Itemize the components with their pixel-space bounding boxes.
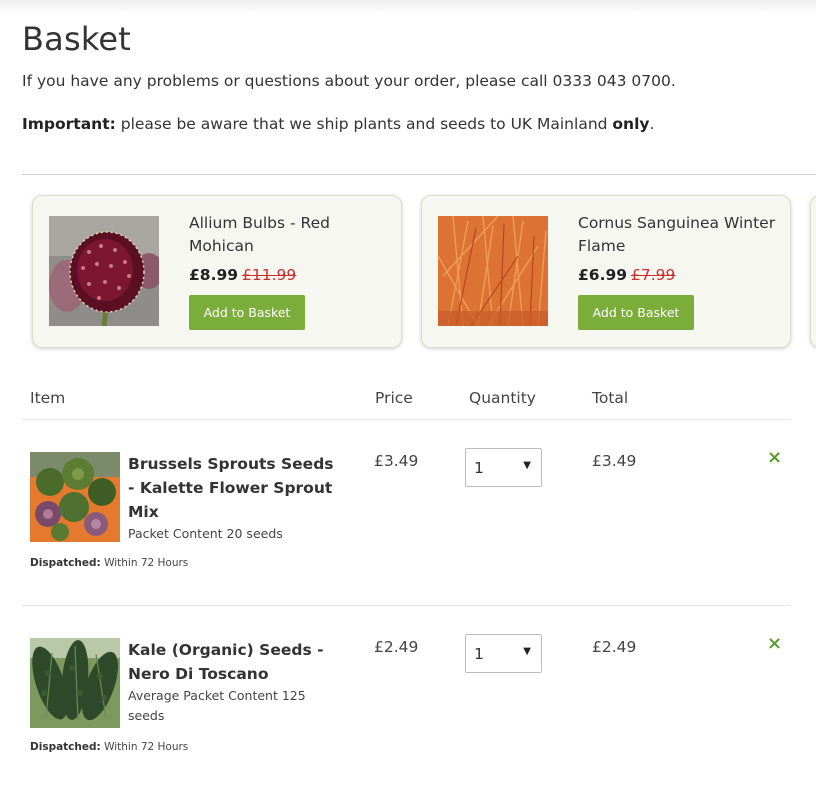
- item-total: £3.49: [592, 452, 637, 470]
- recommendation-price: £6.99 £7.99: [578, 266, 675, 284]
- recommendation-card: Cornus Sanguinea Winter Flame £6.99 £7.99…: [421, 195, 791, 348]
- item-total: £2.49: [592, 638, 637, 656]
- item-price: £3.49: [374, 452, 419, 470]
- divider: [22, 419, 790, 420]
- quantity-select[interactable]: 1 ▼: [465, 634, 542, 673]
- notice-suffix: .: [649, 115, 655, 133]
- current-price: £8.99: [189, 266, 239, 284]
- column-header-total: Total: [592, 389, 629, 407]
- recommendation-card: Allium Bulbs - Red Mohican £8.99 £11.99 A…: [32, 195, 402, 348]
- add-to-basket-button[interactable]: Add to Basket: [189, 295, 305, 330]
- dispatch-info: Dispatched: Within 72 Hours: [30, 557, 188, 569]
- dispatch-label: Dispatched:: [30, 741, 101, 753]
- was-price: £7.99: [631, 266, 676, 284]
- dispatch-value: Within 72 Hours: [100, 741, 189, 753]
- basket-row: Brussels Sprouts Seeds - Kalette Flower …: [22, 447, 790, 622]
- remove-icon[interactable]: ×: [767, 447, 782, 468]
- dispatch-value: Within 72 Hours: [100, 557, 189, 569]
- page-title: Basket: [22, 20, 132, 58]
- basket-row: Kale (Organic) Seeds - Nero Di Toscano A…: [22, 633, 790, 788]
- quantity-select[interactable]: 1 ▼: [465, 448, 542, 487]
- recommendation-name[interactable]: Allium Bulbs - Red Mohican: [189, 212, 389, 258]
- dispatch-label: Dispatched:: [30, 557, 101, 569]
- notice-emphasis: only: [612, 115, 650, 133]
- notice-label: Important:: [22, 115, 116, 133]
- contact-info: If you have any problems or questions ab…: [22, 72, 676, 90]
- item-name[interactable]: Brussels Sprouts Seeds - Kalette Flower …: [128, 452, 338, 524]
- column-header-price: Price: [375, 389, 413, 407]
- item-name[interactable]: Kale (Organic) Seeds - Nero Di Toscano: [128, 638, 338, 686]
- shipping-notice: Important: please be aware that we ship …: [22, 115, 654, 133]
- recommendation-price: £8.99 £11.99: [189, 266, 296, 284]
- divider: [22, 605, 790, 606]
- notice-text: please be aware that we ship plants and …: [115, 115, 613, 133]
- allium-flower-image[interactable]: [49, 216, 159, 326]
- kalette-sprouts-image[interactable]: [30, 452, 120, 542]
- cornus-shrub-image[interactable]: [438, 216, 548, 326]
- divider: [22, 174, 816, 175]
- add-to-basket-button[interactable]: Add to Basket: [578, 295, 694, 330]
- kale-leaves-image[interactable]: [30, 638, 120, 728]
- current-price: £6.99: [578, 266, 628, 284]
- was-price: £11.99: [242, 266, 297, 284]
- recommendation-card-partial: [810, 195, 816, 348]
- chevron-down-icon: ▼: [523, 460, 531, 471]
- quantity-value: 1: [474, 459, 484, 477]
- dispatch-info: Dispatched: Within 72 Hours: [30, 741, 188, 753]
- item-price: £2.49: [374, 638, 419, 656]
- item-meta: Average Packet Content 125 seeds: [128, 688, 306, 723]
- column-header-quantity: Quantity: [469, 389, 536, 407]
- remove-icon[interactable]: ×: [767, 633, 782, 654]
- recommendation-name[interactable]: Cornus Sanguinea Winter Flame: [578, 212, 778, 258]
- quantity-value: 1: [474, 645, 484, 663]
- column-header-item: Item: [30, 389, 66, 407]
- top-shade: [0, 0, 816, 14]
- chevron-down-icon: ▼: [523, 646, 531, 657]
- item-meta: Packet Content 20 seeds: [128, 526, 283, 541]
